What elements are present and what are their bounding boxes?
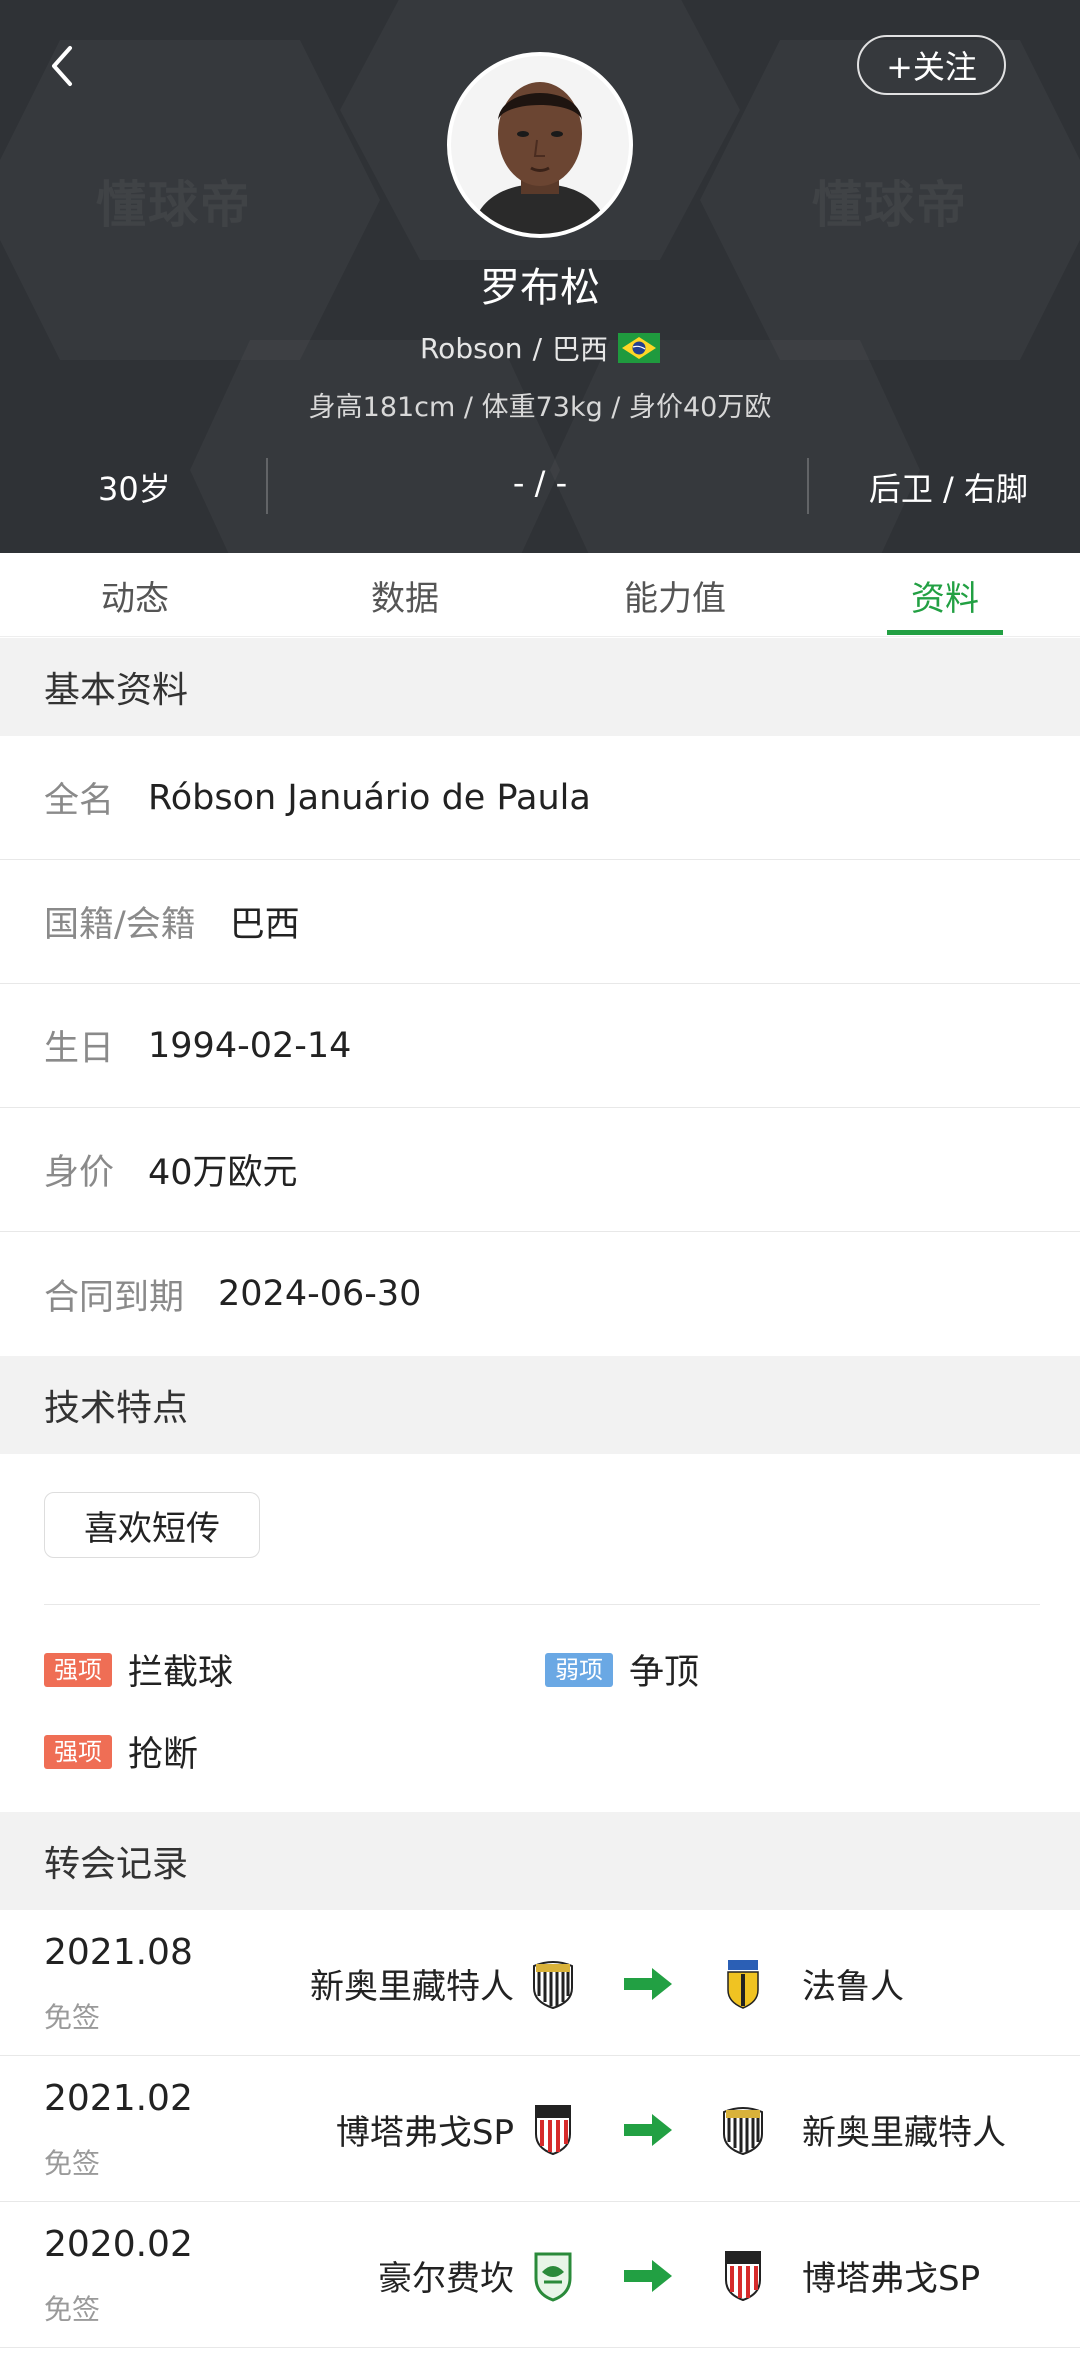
club-name: 博塔弗戈SP <box>802 2258 981 2299</box>
trait-strength: 强项 拦截球 <box>44 1644 233 1695</box>
info-value: 2024-06-30 <box>218 1274 422 1314</box>
trait-weakness: 弱项 争顶 <box>545 1644 699 1695</box>
divider <box>44 1604 1040 1605</box>
club-crest-icon <box>723 2107 763 2156</box>
section-title-transfers: 转会记录 <box>0 1812 1080 1910</box>
transfer-date: 2021.02 <box>44 2078 193 2119</box>
player-name: 罗布松 <box>480 265 600 311</box>
watermark-right: 懂球帝 <box>812 176 968 234</box>
trait-text: 争顶 <box>629 1653 700 1693</box>
section-title-technical: 技术特点 <box>0 1356 1080 1454</box>
transfer-row[interactable]: 2021.02 免签 博塔弗戈SP 新奥里藏特人 <box>0 2056 1080 2202</box>
player-subtitle: Robson / 巴西 <box>0 328 1080 368</box>
player-position: 后卫 / 右脚 <box>868 470 1028 508</box>
style-tag: 喜欢短传 <box>44 1492 260 1558</box>
tab-data[interactable]: 数据 <box>270 553 540 637</box>
info-row-contract: 合同到期 2024-06-30 <box>0 1232 1080 1356</box>
active-tab-indicator <box>887 630 1003 635</box>
transfer-to-club: 法鲁人 <box>718 1956 904 2010</box>
club-name: 新奥里藏特人 <box>310 1966 514 2007</box>
info-label: 身价 <box>44 1153 115 1193</box>
transfer-date: 2021.08 <box>44 1932 193 1973</box>
transfer-to-club: 新奥里藏特人 <box>718 2102 1006 2156</box>
player-avatar <box>447 52 633 238</box>
brazil-flag-icon <box>618 333 661 363</box>
transfer-from-club: 豪尔费坎 <box>378 2248 578 2302</box>
strength-badge: 强项 <box>44 1652 112 1687</box>
arrow-right-icon <box>624 2114 672 2146</box>
player-header: 懂球帝 懂球帝 +关注 罗布松 Robson / 巴西 身高181cm / 体重… <box>0 0 1080 553</box>
info-row-birthday: 生日 1994-02-14 <box>0 984 1080 1108</box>
club-crest-icon <box>725 2251 761 2302</box>
club-crest-icon <box>535 2105 571 2156</box>
transfer-from-club: 新奥里藏特人 <box>310 1956 578 2010</box>
watermark-left: 懂球帝 <box>96 176 252 234</box>
transfer-from-club: 博塔弗戈SP <box>336 2102 578 2156</box>
info-label: 生日 <box>44 1029 115 1069</box>
info-row-value: 身价 40万欧元 <box>0 1108 1080 1232</box>
transfer-row[interactable]: 2020.02 免签 豪尔费坎 博塔弗戈SP <box>0 2202 1080 2348</box>
arrow-right-icon <box>624 1968 672 2000</box>
player-latin-name: Robson <box>419 331 523 365</box>
chevron-left-icon <box>52 46 72 86</box>
transfer-type: 免签 <box>44 2293 101 2326</box>
player-stats-bar: 30岁 - / - 后卫 / 右脚 <box>0 458 1080 514</box>
follow-button[interactable]: +关注 <box>857 35 1006 95</box>
club-crest-icon <box>533 1961 573 2010</box>
transfer-type: 免签 <box>44 2147 101 2180</box>
club-name: 新奥里藏特人 <box>802 2112 1006 2153</box>
club-name: 豪尔费坎 <box>378 2258 514 2299</box>
arrow-right-icon <box>624 2260 672 2292</box>
back-button[interactable] <box>42 38 82 94</box>
trait-text: 抢断 <box>128 1735 199 1775</box>
club-name: 博塔弗戈SP <box>335 2112 514 2153</box>
player-nationality: 巴西 <box>552 333 609 366</box>
info-row-nationality: 国籍/会籍 巴西 <box>0 860 1080 984</box>
info-label: 国籍/会籍 <box>44 905 196 945</box>
info-value: 巴西 <box>229 905 300 945</box>
section-title-basic: 基本资料 <box>0 638 1080 736</box>
tab-ability[interactable]: 能力值 <box>540 553 810 637</box>
tab-news[interactable]: 动态 <box>0 553 270 637</box>
info-label: 合同到期 <box>44 1277 185 1318</box>
divider <box>807 458 809 514</box>
separator: / <box>532 331 542 365</box>
tab-profile[interactable]: 资料 <box>810 553 1080 637</box>
tab-bar: 动态 数据 能力值 资料 <box>0 553 1080 637</box>
info-value: Róbson Januário de Paula <box>148 777 591 818</box>
transfer-type: 免签 <box>44 2001 101 2034</box>
trait-text: 拦截球 <box>128 1653 234 1693</box>
transfer-row[interactable]: 2021.08 免签 新奥里藏特人 法鲁人 <box>0 1910 1080 2056</box>
weakness-badge: 弱项 <box>545 1652 613 1687</box>
strength-badge: 强项 <box>44 1734 112 1769</box>
club-crest-icon <box>727 1960 759 2009</box>
transfer-to-club: 博塔弗戈SP <box>718 2248 980 2302</box>
info-value: 40万欧元 <box>148 1153 298 1193</box>
transfer-date: 2020.02 <box>44 2224 193 2265</box>
info-row-fullname: 全名 Róbson Januário de Paula <box>0 736 1080 860</box>
player-physical-meta: 身高181cm / 体重73kg / 身价40万欧 <box>308 392 772 423</box>
trait-strength: 强项 抢断 <box>44 1726 198 1777</box>
info-label: 全名 <box>44 781 115 821</box>
club-name: 法鲁人 <box>802 1966 904 2007</box>
info-value: 1994-02-14 <box>148 1025 352 1066</box>
club-crest-icon <box>534 2252 572 2302</box>
